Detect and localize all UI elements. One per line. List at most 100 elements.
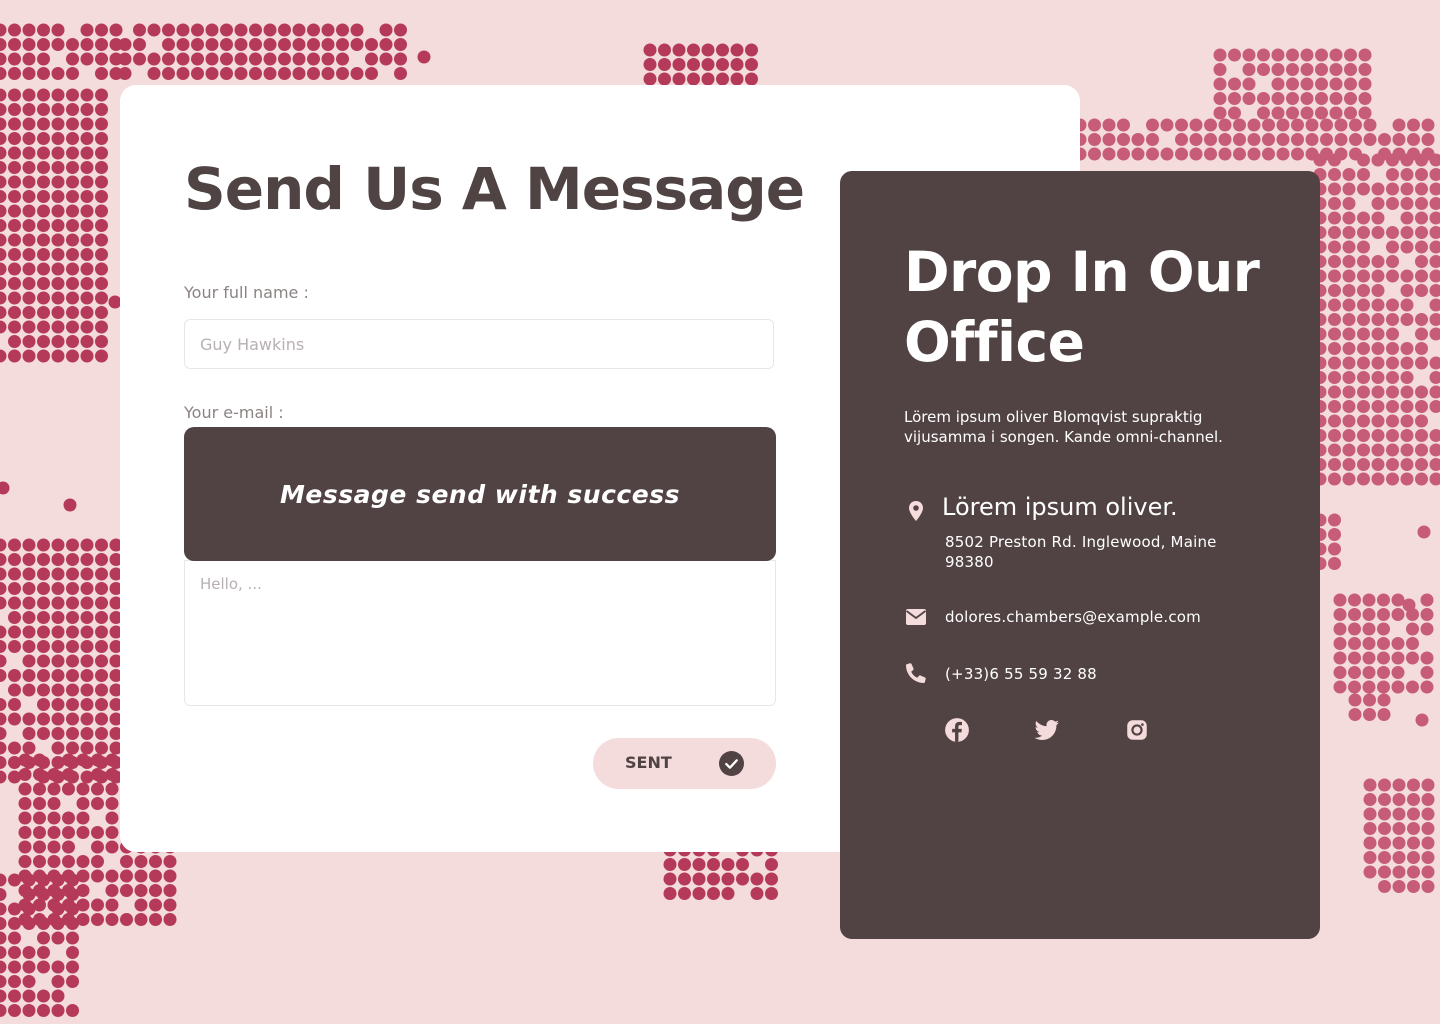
map-dot xyxy=(8,698,21,711)
map-dot xyxy=(1286,63,1299,76)
map-dot xyxy=(307,38,320,51)
map-dot xyxy=(1213,77,1227,91)
map-dot xyxy=(80,596,94,610)
map-dot xyxy=(105,782,119,796)
map-dot xyxy=(1276,118,1290,132)
map-dot xyxy=(0,277,7,290)
map-dot xyxy=(1407,793,1420,806)
map-dot xyxy=(1328,327,1341,341)
map-dot xyxy=(1386,342,1399,355)
map-dot xyxy=(1305,118,1319,132)
map-dot xyxy=(37,52,50,66)
map-dot xyxy=(1233,147,1246,161)
map-dot xyxy=(62,826,75,839)
map-dot xyxy=(51,219,65,232)
name-label: Your full name : xyxy=(184,283,309,302)
map-dot xyxy=(80,654,94,668)
map-dot xyxy=(66,741,79,755)
map-dot xyxy=(149,869,162,883)
map-dot xyxy=(1333,666,1347,679)
map-dot xyxy=(22,989,36,1003)
map-dot xyxy=(8,873,21,887)
map-dot xyxy=(22,306,36,319)
map-dot xyxy=(51,567,65,581)
map-dot xyxy=(22,640,36,653)
map-dot xyxy=(22,349,36,363)
map-dot xyxy=(37,117,50,131)
facebook-icon[interactable] xyxy=(944,717,970,743)
map-dot xyxy=(1386,356,1399,370)
map-dot xyxy=(765,887,778,900)
email-address[interactable]: dolores.chambers@example.com xyxy=(945,608,1201,626)
map-dot xyxy=(120,884,133,897)
map-dot xyxy=(66,291,79,305)
map-dot xyxy=(66,248,79,261)
map-dot xyxy=(220,67,233,80)
map-dot xyxy=(1362,637,1376,650)
map-dot xyxy=(95,640,108,653)
map-dot xyxy=(134,884,148,897)
map-dot xyxy=(692,887,706,900)
map-dot xyxy=(1371,211,1385,225)
success-message: Message send with success xyxy=(280,479,680,509)
map-dot xyxy=(1362,608,1376,621)
map-dot xyxy=(1357,255,1370,268)
map-dot xyxy=(80,712,94,726)
map-dot xyxy=(1328,313,1341,326)
map-dot xyxy=(37,306,50,319)
map-dot xyxy=(736,858,749,871)
twitter-icon[interactable] xyxy=(1034,717,1060,743)
map-dot xyxy=(37,698,50,711)
sent-button[interactable]: SENT xyxy=(593,738,776,789)
instagram-icon[interactable] xyxy=(1124,717,1150,743)
map-dot xyxy=(80,582,94,595)
map-dot xyxy=(220,38,233,51)
map-dot xyxy=(80,640,94,653)
map-dot xyxy=(95,23,108,37)
map-dot xyxy=(8,596,21,610)
map-dot xyxy=(1391,608,1405,621)
map-dot xyxy=(95,553,108,566)
map-dot xyxy=(51,727,65,740)
map-dot xyxy=(1257,48,1270,62)
map-dot xyxy=(147,52,161,66)
map-dot xyxy=(1400,298,1414,312)
map-dot xyxy=(8,132,21,145)
map-dot xyxy=(76,826,90,839)
map-dot xyxy=(643,58,657,71)
map-dot xyxy=(1429,443,1440,457)
map-dot xyxy=(1329,63,1343,76)
map-dot xyxy=(1400,153,1414,167)
map-dot xyxy=(0,291,7,305)
map-dot xyxy=(33,782,46,796)
map-dot xyxy=(1417,525,1431,539)
map-dot xyxy=(1117,133,1130,146)
map-dot xyxy=(1328,211,1341,225)
full-name-input[interactable] xyxy=(184,319,774,369)
map-dot xyxy=(80,611,94,624)
map-dot xyxy=(1291,147,1304,161)
map-dot xyxy=(1357,182,1370,196)
map-dot xyxy=(1407,836,1420,850)
map-dot xyxy=(263,67,277,80)
check-circle-icon xyxy=(719,751,744,776)
map-dot xyxy=(1420,680,1434,694)
map-dot xyxy=(1218,133,1232,146)
map-dot xyxy=(76,782,90,796)
map-dot xyxy=(1300,77,1314,91)
map-dot xyxy=(8,960,21,974)
map-dot xyxy=(8,233,21,247)
map-dot xyxy=(1386,327,1399,341)
map-dot xyxy=(1406,637,1419,650)
map-dot xyxy=(1377,651,1390,665)
message-textarea[interactable] xyxy=(184,560,776,706)
phone-number[interactable]: (+33)6 55 59 32 88 xyxy=(945,665,1097,683)
map-dot xyxy=(1320,133,1333,146)
map-dot xyxy=(51,335,65,348)
map-dot xyxy=(162,38,175,51)
map-dot xyxy=(1400,400,1414,413)
map-dot xyxy=(8,989,21,1003)
map-dot xyxy=(745,58,758,71)
map-dot xyxy=(95,132,108,145)
map-dot xyxy=(1415,385,1428,399)
